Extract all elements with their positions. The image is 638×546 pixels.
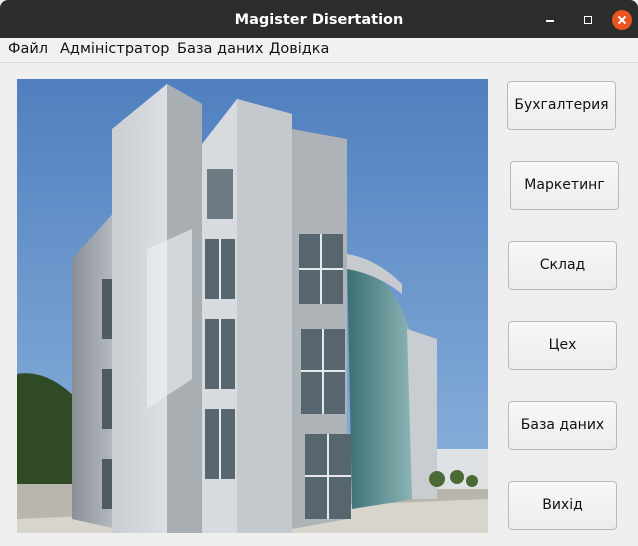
workshop-button[interactable]: Цех [508,321,617,370]
database-button[interactable]: База даних [508,401,617,450]
warehouse-button[interactable]: Склад [508,241,617,290]
minimize-icon[interactable] [540,10,560,30]
title-bar: Magister Disertation [0,0,638,38]
menu-administrator[interactable]: Адміністратор [60,41,169,57]
building-photo [17,79,488,533]
menu-file[interactable]: Файл [8,41,48,57]
maximize-icon[interactable] [578,10,598,30]
app-window: Magister Disertation Файл Адміністратор … [0,0,638,546]
marketing-button[interactable]: Маркетинг [510,161,619,210]
close-icon[interactable] [612,10,632,30]
accounting-button[interactable]: Бухгалтерия [507,81,616,130]
menu-database[interactable]: База даних [177,41,263,57]
menu-bar: Файл Адміністратор База даних Довідка [0,38,638,63]
exit-button[interactable]: Вихід [508,481,617,530]
menu-help[interactable]: Довідка [269,41,329,57]
